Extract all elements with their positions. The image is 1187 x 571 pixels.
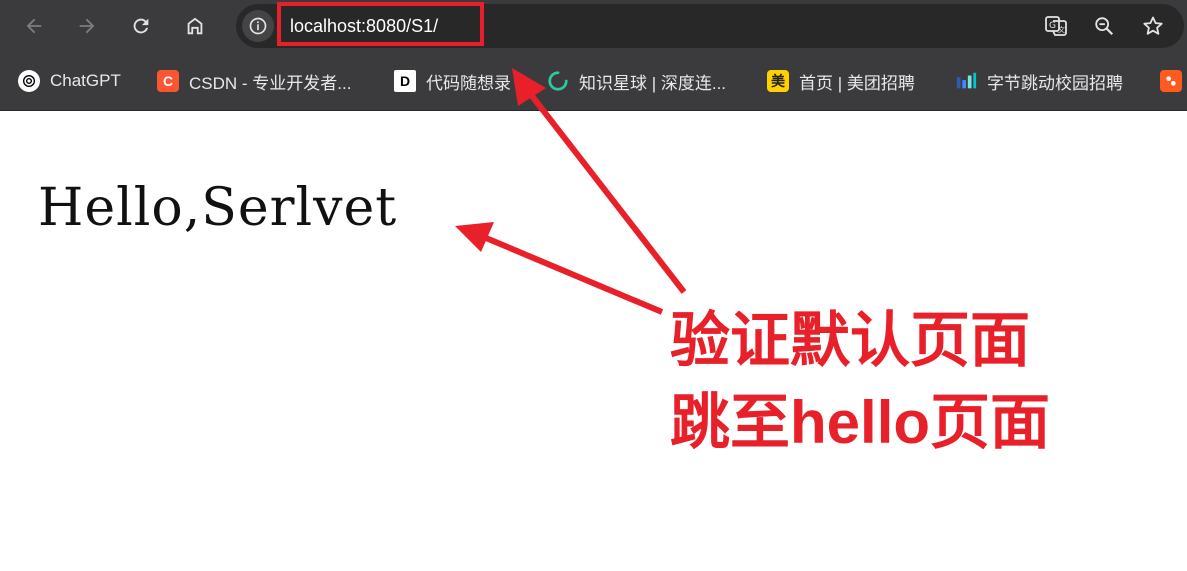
star-icon <box>1143 16 1163 35</box>
annotation-line-1: 验证默认页面 <box>670 307 1030 374</box>
url-highlight-box <box>277 2 484 46</box>
csdn-icon: C <box>157 70 179 92</box>
bookmark-star-button[interactable] <box>1137 10 1169 42</box>
bytedance-icon <box>955 70 977 92</box>
bookmarks-bar: ChatGPT C CSDN - 专业开发者... D 代码随想录 知识星球 |… <box>0 52 1187 111</box>
reload-icon <box>133 18 149 34</box>
reload-button[interactable] <box>125 10 157 42</box>
zoom-button[interactable] <box>1088 10 1120 42</box>
bookmark-label: ChatGPT <box>50 71 121 90</box>
home-button[interactable] <box>179 10 211 42</box>
translate-button[interactable]: G文 <box>1040 10 1072 42</box>
bookmark-label: 字节跳动校园招聘 <box>987 73 1123 93</box>
bookmark-label: 首页 | 美团招聘 <box>799 73 915 93</box>
site-info-button[interactable] <box>242 10 274 42</box>
meituan-icon: 美 <box>767 70 789 92</box>
forward-button[interactable] <box>71 10 103 42</box>
svg-text:文: 文 <box>1058 25 1065 34</box>
daima-icon: D <box>394 70 416 92</box>
arrowhead-heading <box>455 222 494 252</box>
info-icon <box>249 17 267 35</box>
bookmark-label: 知识星球 | 深度连... <box>579 73 727 93</box>
bookmark-app-icon <box>1160 70 1182 92</box>
back-button[interactable] <box>18 10 50 42</box>
arrow-right-icon <box>79 18 95 34</box>
translate-icon: G文 <box>1045 16 1067 36</box>
arrow-left-icon <box>26 18 42 34</box>
bookmark-csdn[interactable]: C CSDN - 专业开发者... <box>157 67 351 95</box>
bookmark-daima[interactable]: D 代码随想录 <box>394 67 511 95</box>
bookmark-overflow[interactable] <box>1160 67 1187 95</box>
zoom-out-icon <box>1095 17 1114 36</box>
svg-text:G: G <box>1049 21 1056 31</box>
zsxq-icon <box>547 70 569 92</box>
browser-toolbar: localhost:8080/S1/ G文 <box>0 0 1187 52</box>
page-heading: Hello,Serlvet <box>38 178 398 238</box>
annotation-text: 验证默认页面 跳至hello页面 <box>670 300 1050 464</box>
bookmark-label: CSDN - 专业开发者... <box>189 73 352 93</box>
bookmark-chatgpt[interactable]: ChatGPT <box>18 67 121 95</box>
arrow-to-heading <box>484 235 664 315</box>
bookmark-label: 代码随想录 <box>426 73 511 93</box>
bookmark-meituan[interactable]: 美 首页 | 美团招聘 <box>767 67 915 95</box>
chatgpt-icon <box>18 70 40 92</box>
home-icon <box>187 17 203 35</box>
bookmark-bytedance[interactable]: 字节跳动校园招聘 <box>955 67 1123 95</box>
bookmark-zsxq[interactable]: 知识星球 | 深度连... <box>547 67 726 95</box>
arrow-to-url <box>529 94 687 294</box>
annotation-line-2: 跳至hello页面 <box>670 389 1051 456</box>
